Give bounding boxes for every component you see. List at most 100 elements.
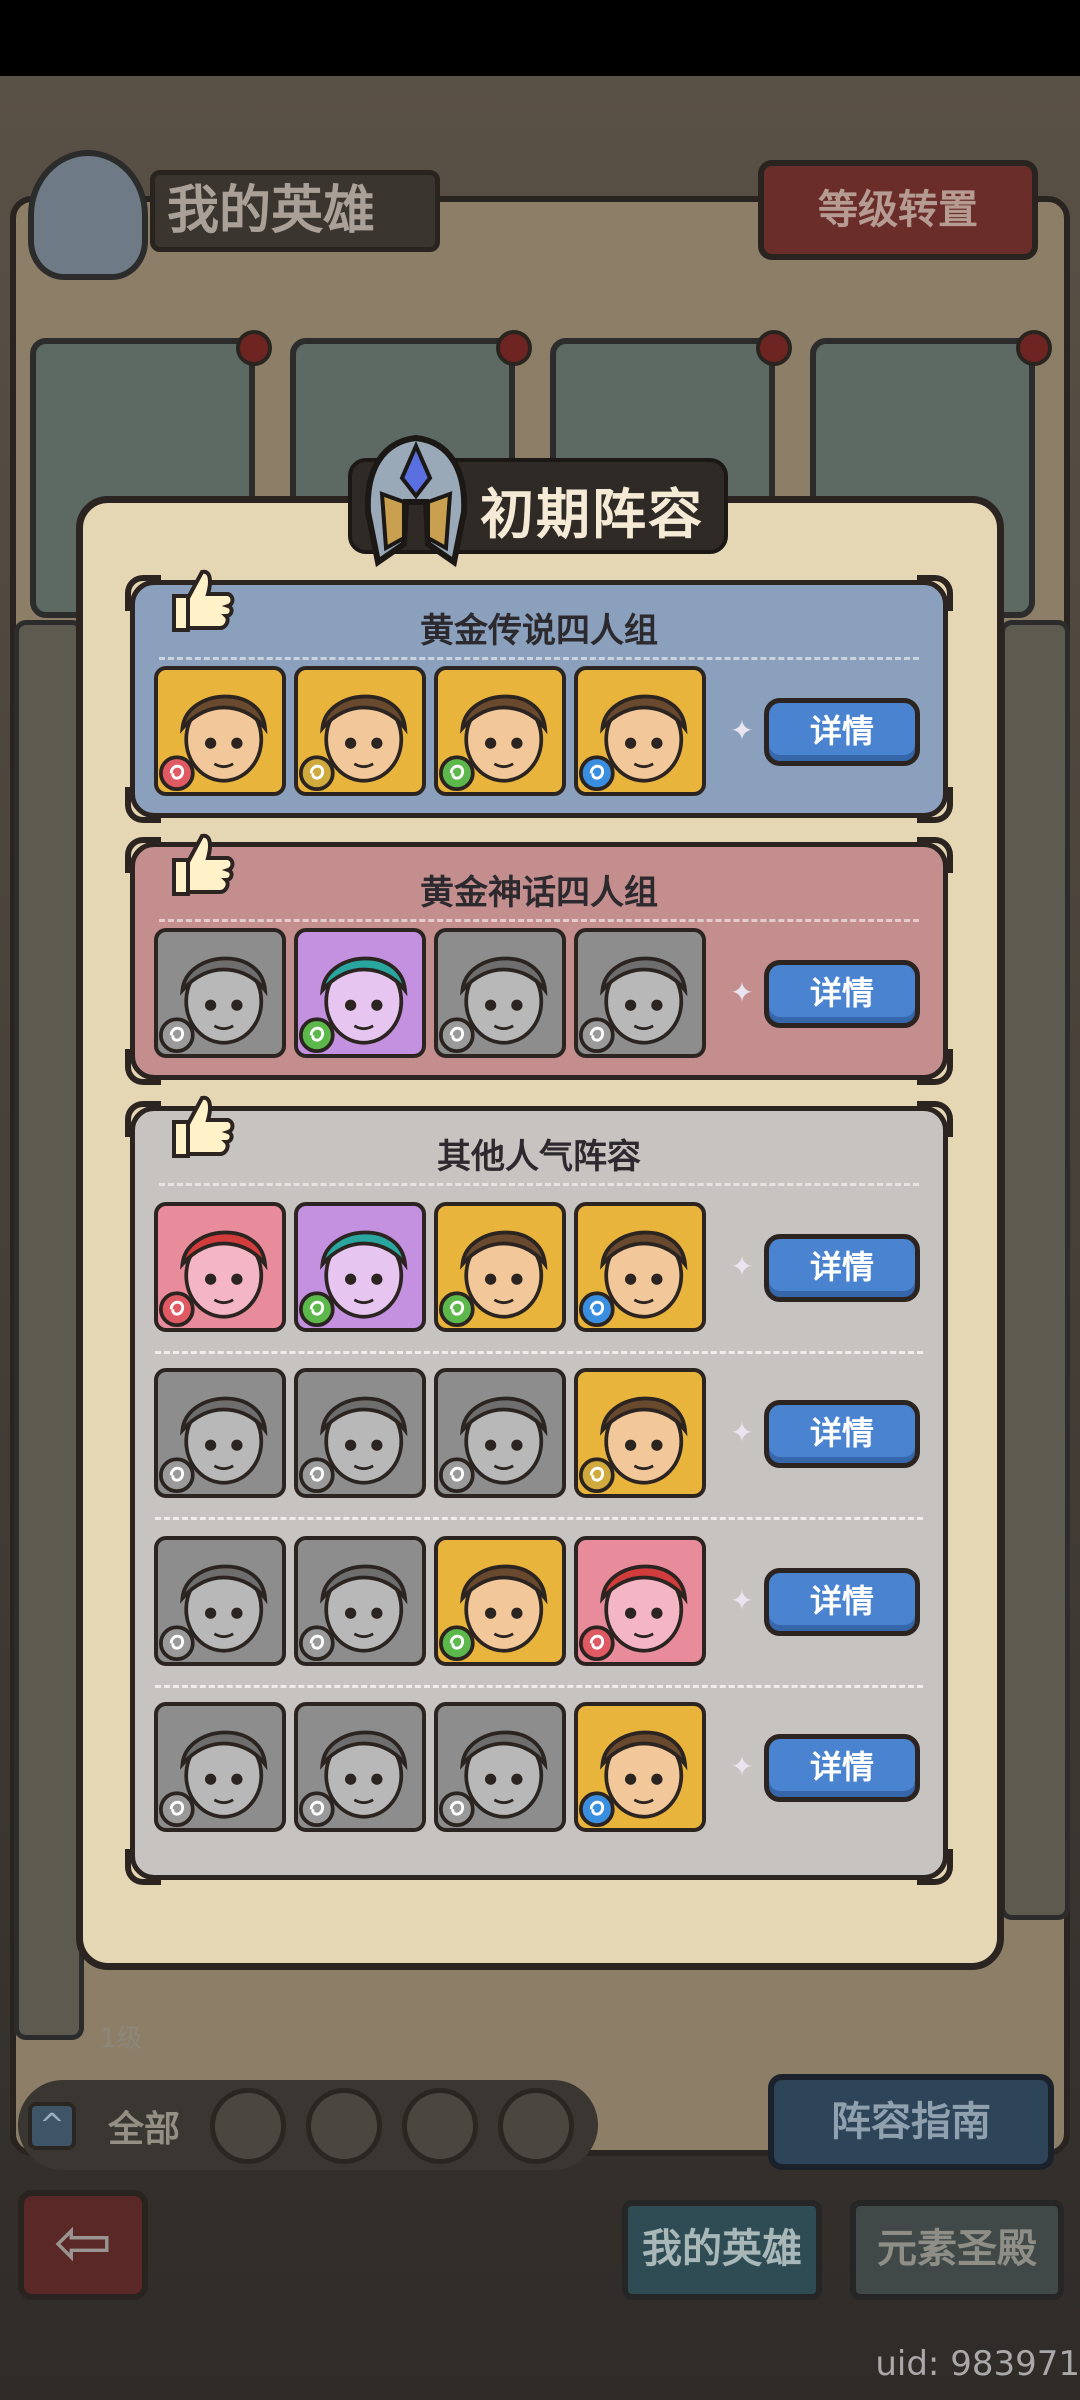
hero-portrait-icon [439, 956, 548, 1054]
hero-portrait-icon [579, 1396, 688, 1494]
details-button[interactable]: 详情 [764, 698, 920, 766]
details-button[interactable]: 详情 [764, 1568, 920, 1636]
group-title: 黄金传说四人组 [420, 611, 658, 651]
hero-portrait-icon [299, 1396, 408, 1494]
hero-portrait[interactable] [154, 928, 286, 1058]
divider [159, 657, 919, 660]
hero-portrait[interactable] [294, 666, 426, 796]
hero-portrait[interactable] [154, 1536, 286, 1666]
hero-portrait-icon [439, 1564, 548, 1662]
panel-corner [125, 1049, 161, 1085]
sparkle-icon: ✦ [730, 1250, 754, 1283]
hero-portrait-icon [159, 956, 268, 1054]
hero-portrait[interactable] [154, 1202, 286, 1332]
hero-portrait[interactable] [434, 928, 566, 1058]
filter-earth-icon[interactable] [210, 2088, 286, 2164]
hero-portrait[interactable] [154, 1702, 286, 1832]
sparkle-icon: ✦ [730, 1750, 754, 1783]
hero-portrait[interactable] [574, 1202, 706, 1332]
panel-corner [125, 1849, 161, 1885]
hero-portrait[interactable] [434, 1368, 566, 1498]
thumbs-up-icon [172, 833, 235, 896]
hero-portrait-icon [579, 956, 688, 1054]
hero-portrait-icon [439, 1730, 548, 1828]
hero-portrait[interactable] [574, 928, 706, 1058]
panel-corner [917, 1049, 953, 1085]
hero-portrait[interactable] [434, 666, 566, 796]
notification-dot [756, 330, 792, 366]
hero-portrait-icon [579, 1564, 688, 1662]
hero-portrait[interactable] [294, 1202, 426, 1332]
details-button[interactable]: 详情 [764, 960, 920, 1028]
divider [159, 1183, 919, 1186]
hero-portrait[interactable] [154, 666, 286, 796]
hero-portrait[interactable] [294, 1368, 426, 1498]
tab-element-temple[interactable]: 元素圣殿 [850, 2200, 1064, 2300]
hero-portrait-icon [299, 1230, 408, 1328]
hero-portrait[interactable] [434, 1202, 566, 1332]
background-hero-column [1000, 620, 1070, 1920]
uid-watermark: uid: 983971 [875, 2344, 1080, 2384]
filter-fire-icon[interactable] [402, 2088, 478, 2164]
hero-portrait[interactable] [574, 1702, 706, 1832]
filter-nature-icon[interactable] [498, 2088, 574, 2164]
background-hero-column [14, 620, 84, 2040]
hero-portrait-icon [299, 694, 408, 792]
hero-portrait[interactable] [574, 666, 706, 796]
background-title: 我的英雄 [150, 170, 440, 252]
hero-portrait[interactable] [434, 1702, 566, 1832]
details-button[interactable]: 详情 [764, 1234, 920, 1302]
level-transfer-button[interactable]: 等级转置 [758, 160, 1038, 260]
back-arrow-button[interactable]: ⇦ [18, 2190, 148, 2300]
notification-dot [1016, 330, 1052, 366]
hero-portrait-icon [159, 1230, 268, 1328]
notification-dot [236, 330, 272, 366]
thumbs-up-icon [172, 569, 235, 632]
helmet-icon [364, 434, 468, 568]
hero-portrait-icon [579, 1730, 688, 1828]
hero-portrait-icon [299, 1730, 408, 1828]
hero-portrait-icon [159, 694, 268, 792]
hero-portrait[interactable] [294, 1702, 426, 1832]
hero-level-label: 1级 [100, 2024, 143, 2054]
filter-all[interactable]: 全部 [108, 2100, 180, 2152]
collapse-up-icon[interactable]: ^ [28, 2102, 76, 2150]
hero-portrait-icon [439, 694, 548, 792]
sparkle-icon: ✦ [730, 1416, 754, 1449]
dialog-title: 初期阵容 [480, 483, 704, 546]
divider [159, 919, 919, 922]
filter-water-icon[interactable] [306, 2088, 382, 2164]
sparkle-icon: ✦ [730, 976, 754, 1009]
hero-portrait-icon [159, 1730, 268, 1828]
hero-portrait[interactable] [154, 1368, 286, 1498]
group-title: 其他人气阵容 [437, 1137, 641, 1177]
thumbs-up-icon [172, 1095, 235, 1158]
details-button[interactable]: 详情 [764, 1734, 920, 1802]
hero-portrait-icon [439, 1396, 548, 1494]
panel-corner [917, 787, 953, 823]
row-divider [155, 1685, 923, 1688]
hero-portrait-icon [299, 956, 408, 1054]
hero-portrait[interactable] [574, 1368, 706, 1498]
notification-dot [496, 330, 532, 366]
group-title: 黄金神话四人组 [420, 873, 658, 913]
details-button[interactable]: 详情 [764, 1400, 920, 1468]
hero-portrait-icon [439, 1230, 548, 1328]
hero-portrait-icon [299, 1564, 408, 1662]
tab-my-heroes[interactable]: 我的英雄 [622, 2200, 822, 2300]
panel-corner [125, 787, 161, 823]
lineup-guide-button[interactable]: 阵容指南 [768, 2074, 1054, 2170]
background-helmet-icon [28, 150, 148, 280]
hero-portrait[interactable] [294, 928, 426, 1058]
hero-portrait-icon [579, 694, 688, 792]
hero-portrait-icon [579, 1230, 688, 1328]
hero-portrait[interactable] [434, 1536, 566, 1666]
panel-corner [917, 1849, 953, 1885]
hero-portrait-icon [159, 1564, 268, 1662]
hero-portrait[interactable] [294, 1536, 426, 1666]
row-divider [155, 1351, 923, 1354]
hero-portrait-icon [159, 1396, 268, 1494]
sparkle-icon: ✦ [730, 714, 754, 747]
row-divider [155, 1517, 923, 1520]
hero-portrait[interactable] [574, 1536, 706, 1666]
